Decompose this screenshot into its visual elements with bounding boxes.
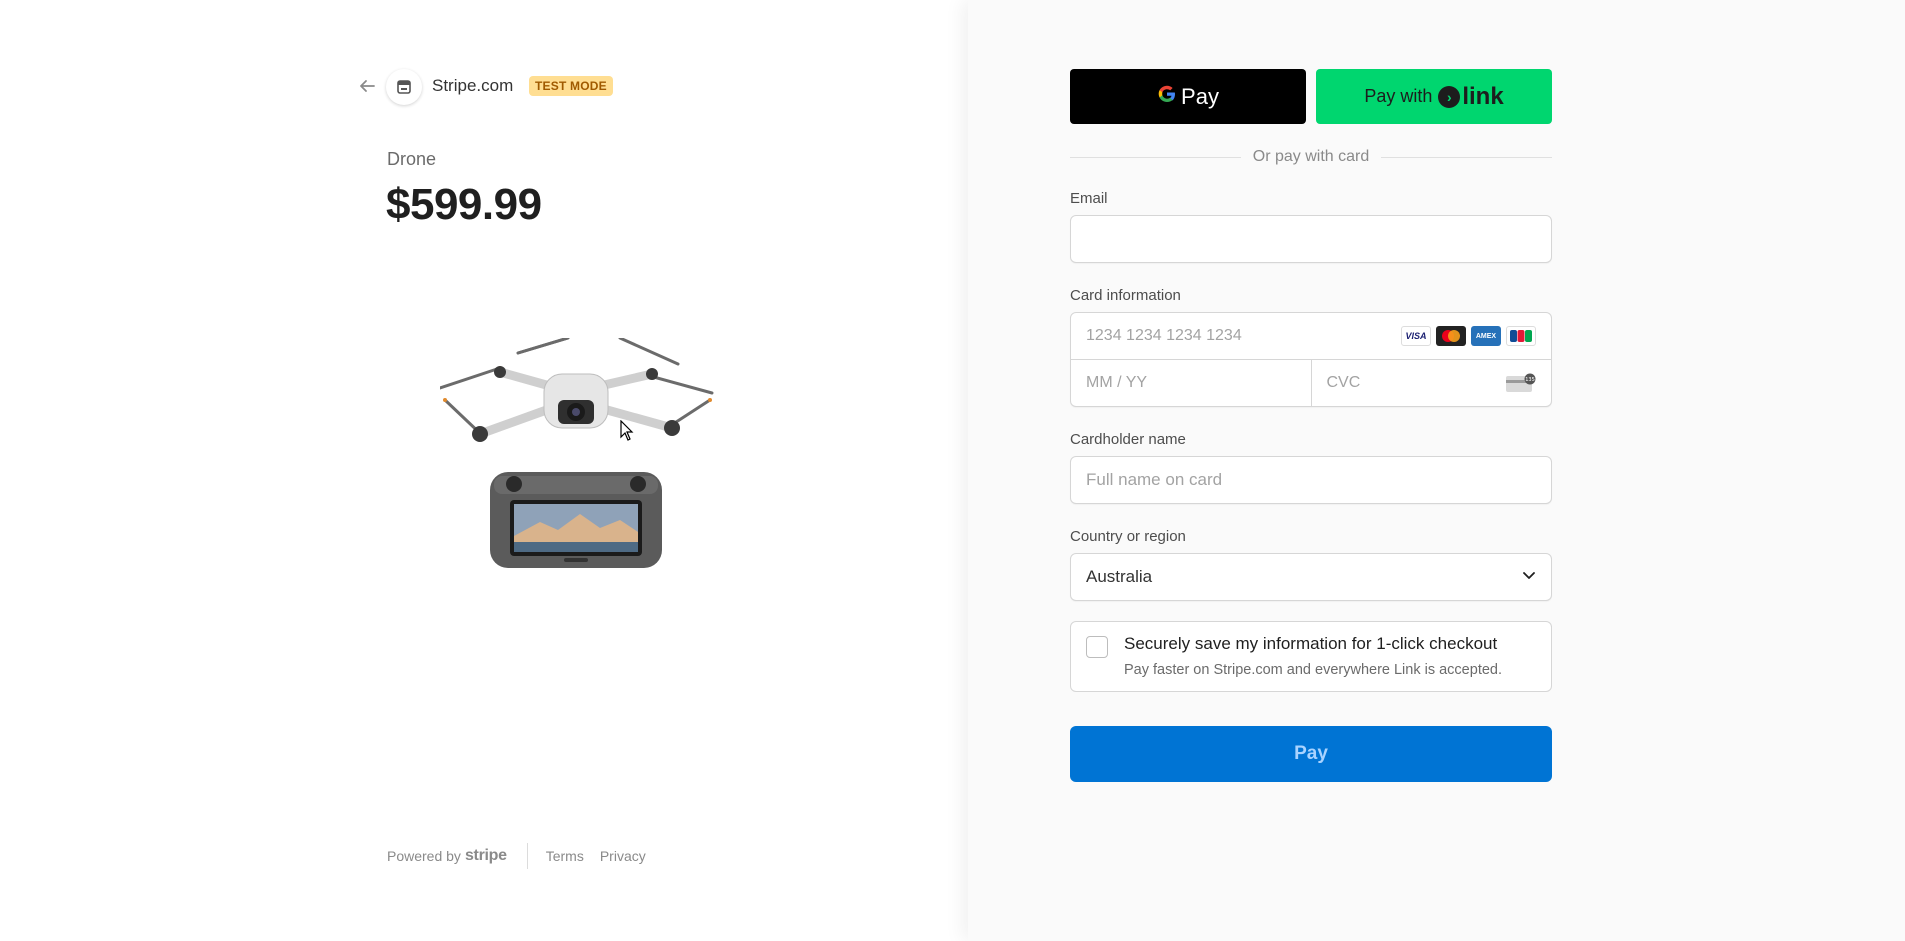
save-info-checkbox[interactable] [1086, 636, 1108, 658]
email-label: Email [1070, 190, 1108, 207]
cardholder-name-field[interactable]: Full name on card [1070, 456, 1552, 504]
product-name: Drone [387, 149, 437, 169]
link-prefix-label: Pay with [1364, 86, 1433, 106]
cvc-field[interactable]: CVC 135 [1312, 360, 1552, 406]
jcb-icon [1506, 326, 1536, 346]
country-label: Country or region [1070, 528, 1186, 545]
svg-text:135: 135 [1525, 377, 1535, 383]
google-g-icon [1157, 84, 1177, 110]
card-brands: VISA AMEX [1401, 326, 1536, 346]
store-icon [386, 69, 422, 105]
product-image [438, 336, 714, 572]
privacy-link[interactable]: Privacy [600, 848, 646, 864]
visa-icon: VISA [1401, 326, 1431, 346]
cvc-placeholder: CVC [1326, 374, 1361, 391]
google-pay-button[interactable]: Pay [1070, 69, 1306, 124]
footer-divider [526, 843, 528, 869]
amex-icon: AMEX [1471, 326, 1501, 346]
chevron-down-icon [1522, 567, 1536, 587]
cardholder-placeholder: Full name on card [1086, 470, 1223, 489]
save-info-title: Securely save my information for 1-click… [1124, 634, 1498, 653]
expiry-placeholder: MM / YY [1086, 374, 1148, 391]
wallet-buttons: Pay Pay with › link [1070, 69, 1552, 124]
powered-by-text: Powered by [387, 848, 461, 864]
pay-with-card-divider: Or pay with card [1070, 148, 1553, 166]
back-arrow-icon[interactable] [358, 77, 378, 97]
terms-link[interactable]: Terms [546, 848, 584, 864]
stripe-logo[interactable]: stripe [465, 847, 507, 865]
pay-with-link-button[interactable]: Pay with › link [1316, 69, 1552, 124]
link-word: link [1462, 82, 1504, 110]
divider-text: Or pay with card [1252, 148, 1370, 165]
product-price: $599.99 [386, 180, 542, 229]
card-info-label: Card information [1070, 287, 1181, 304]
footer: Powered by stripe Terms Privacy [387, 843, 662, 869]
save-info-box: Securely save my information for 1-click… [1070, 621, 1552, 692]
mastercard-icon [1436, 326, 1466, 346]
cardholder-label: Cardholder name [1070, 431, 1186, 448]
email-field[interactable] [1070, 215, 1552, 263]
merchant-name: Stripe.com [432, 76, 514, 95]
pay-button[interactable]: Pay [1070, 726, 1552, 782]
link-arrow-icon: › [1438, 85, 1461, 108]
payment-form: Pay Pay with › link Or pay with card Ema… [1070, 69, 1553, 782]
test-mode-badge: TEST MODE [529, 76, 613, 96]
save-info-subtitle: Pay faster on Stripe.com and everywhere … [1124, 662, 1502, 678]
mouse-cursor-icon [620, 419, 634, 442]
card-number-placeholder: 1234 1234 1234 1234 [1086, 327, 1242, 344]
country-value: Australia [1086, 567, 1153, 586]
link-logo: › link [1438, 82, 1504, 111]
order-summary-panel: Stripe.com TEST MODE Drone $599.99 Power… [0, 0, 968, 941]
card-info-group: 1234 1234 1234 1234 VISA AMEX MM / YY CV… [1070, 312, 1552, 407]
google-pay-label: Pay [1181, 83, 1219, 109]
card-number-field[interactable]: 1234 1234 1234 1234 VISA AMEX [1071, 313, 1551, 360]
cvc-card-icon: 135 [1506, 373, 1536, 393]
expiry-field[interactable]: MM / YY [1071, 360, 1312, 406]
country-select[interactable]: Australia [1070, 553, 1552, 601]
